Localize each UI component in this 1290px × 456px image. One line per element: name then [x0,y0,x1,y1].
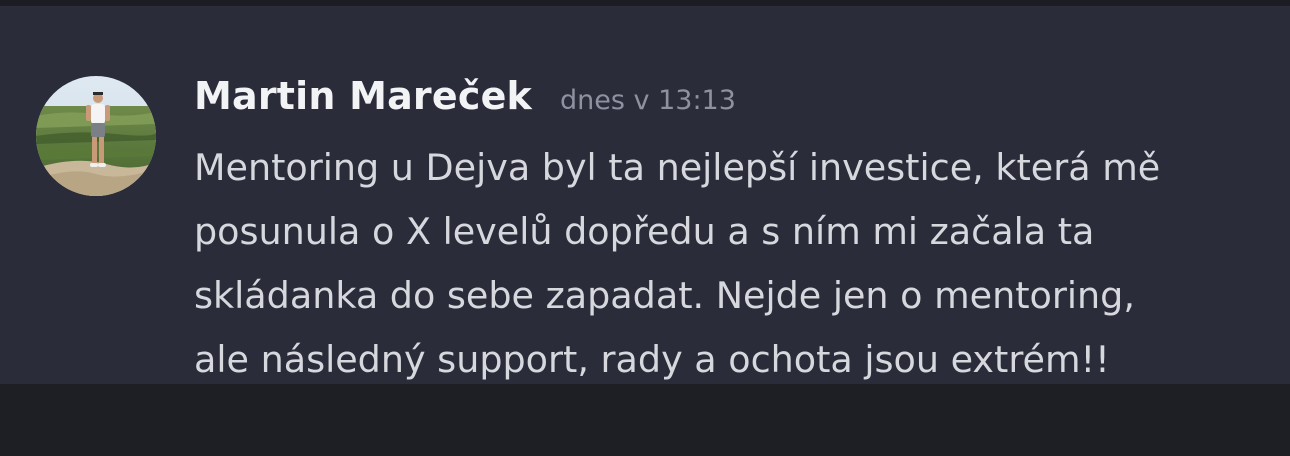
chat-message: Martin Mareček dnes v 13:13 Mentoring u … [0,6,1290,384]
message-timestamp: dnes v 13:13 [560,85,736,116]
message-header: Martin Mareček dnes v 13:13 [194,74,736,118]
author-name[interactable]: Martin Mareček [194,74,532,118]
message-line: Mentoring u Dejva byl ta nejlepší invest… [194,146,1161,189]
avatar-photo [36,76,156,196]
message-line: skládanka do sebe zapadat. Nejde jen o m… [194,274,1135,317]
avatar[interactable] [36,76,156,196]
message-content: Mentoring u Dejva byl ta nejlepší invest… [194,136,1264,392]
message-line: posunula o X levelů dopředu a s ním mi z… [194,210,1095,253]
chat-background [0,384,1290,456]
message-line: ale následný support, rady a ochota jsou… [194,338,1110,381]
